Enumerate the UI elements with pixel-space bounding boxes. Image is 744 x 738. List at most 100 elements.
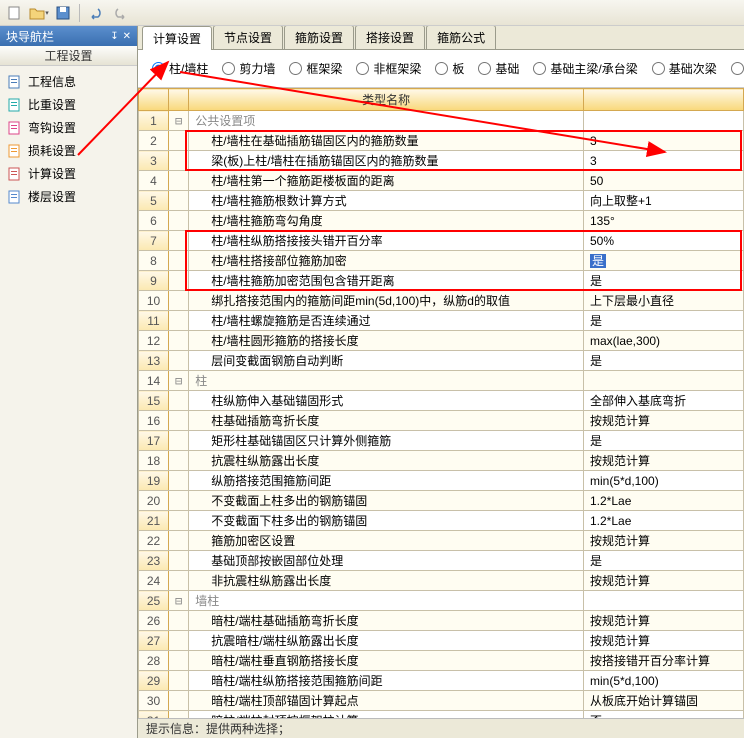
sidebar-item-3[interactable]: 损耗设置 (4, 139, 133, 162)
sidebar-item-1[interactable]: 比重设置 (4, 93, 133, 116)
table-row[interactable]: 1⊟公共设置项 (139, 111, 744, 131)
row-val[interactable]: 1.2*Lae (584, 491, 744, 511)
row-val[interactable]: 按规范计算 (584, 451, 744, 471)
open-button[interactable]: ▾ (28, 2, 50, 24)
row-val[interactable]: 上下层最小直径 (584, 291, 744, 311)
tab-4[interactable]: 箍筋公式 (426, 26, 496, 49)
row-val[interactable]: 3 (584, 131, 744, 151)
row-val[interactable]: 135° (584, 211, 744, 231)
table-row[interactable]: 30暗柱/端柱顶部锚固计算起点从板底开始计算锚固 (139, 691, 744, 711)
radio-2[interactable]: 框架梁 (289, 60, 342, 77)
row-tree[interactable]: ⊟ (169, 591, 189, 611)
radio-1[interactable]: 剪力墙 (222, 60, 275, 77)
table-row[interactable]: 18抗震柱纵筋露出长度按规范计算 (139, 451, 744, 471)
table-row[interactable]: 7柱/墙柱纵筋搭接接头错开百分率50% (139, 231, 744, 251)
table-row[interactable]: 5柱/墙柱箍筋根数计算方式向上取整+1 (139, 191, 744, 211)
row-val[interactable]: 是 (584, 271, 744, 291)
close-icon[interactable]: ✕ (123, 31, 131, 42)
row-val[interactable]: 是 (584, 251, 744, 271)
radio-8[interactable]: 砌 (731, 60, 744, 77)
radio-input[interactable] (222, 62, 235, 75)
radio-input[interactable] (652, 62, 665, 75)
sidebar-item-2[interactable]: 弯钩设置 (4, 116, 133, 139)
row-val[interactable]: 按规范计算 (584, 531, 744, 551)
table-row[interactable]: 21不变截面下柱多出的钢筋锚固1.2*Lae (139, 511, 744, 531)
row-val[interactable]: 从板底开始计算锚固 (584, 691, 744, 711)
radio-4[interactable]: 板 (435, 60, 464, 77)
sidebar-item-4[interactable]: 计算设置 (4, 162, 133, 185)
radio-3[interactable]: 非框架梁 (356, 60, 421, 77)
row-val[interactable]: 50% (584, 231, 744, 251)
table-row[interactable]: 29暗柱/端柱纵筋搭接范围箍筋间距min(5*d,100) (139, 671, 744, 691)
table-row[interactable]: 26暗柱/端柱基础插筋弯折长度按规范计算 (139, 611, 744, 631)
row-val[interactable]: 全部伸入基底弯折 (584, 391, 744, 411)
row-val[interactable]: 按规范计算 (584, 631, 744, 651)
tab-3[interactable]: 搭接设置 (355, 26, 425, 49)
tab-1[interactable]: 节点设置 (213, 26, 283, 49)
row-val[interactable]: 50 (584, 171, 744, 191)
radio-input[interactable] (533, 62, 546, 75)
row-val[interactable]: 3 (584, 151, 744, 171)
row-val[interactable]: min(5*d,100) (584, 471, 744, 491)
row-val[interactable] (584, 591, 744, 611)
table-row[interactable]: 15柱纵筋伸入基础锚固形式全部伸入基底弯折 (139, 391, 744, 411)
radio-input[interactable] (731, 62, 744, 75)
radio-input[interactable] (435, 62, 448, 75)
table-row[interactable]: 13层间变截面钢筋自动判断是 (139, 351, 744, 371)
row-val[interactable]: 按搭接错开百分率计算 (584, 651, 744, 671)
radio-input[interactable] (289, 62, 302, 75)
table-row[interactable]: 19纵筋搭接范围箍筋间距min(5*d,100) (139, 471, 744, 491)
radio-6[interactable]: 基础主梁/承台梁 (533, 60, 637, 77)
row-val[interactable]: 否 (584, 711, 744, 719)
table-row[interactable]: 25⊟墙柱 (139, 591, 744, 611)
table-row[interactable]: 23基础顶部按嵌固部位处理是 (139, 551, 744, 571)
radio-5[interactable]: 基础 (478, 60, 519, 77)
row-val[interactable]: 按规范计算 (584, 611, 744, 631)
tab-0[interactable]: 计算设置 (142, 26, 212, 50)
row-val[interactable]: min(5*d,100) (584, 671, 744, 691)
redo-button[interactable] (109, 2, 131, 24)
table-row[interactable]: 12柱/墙柱圆形箍筋的搭接长度max(lae,300) (139, 331, 744, 351)
table-row[interactable]: 2柱/墙柱在基础插筋锚固区内的箍筋数量3 (139, 131, 744, 151)
table-row[interactable]: 24非抗震柱纵筋露出长度按规范计算 (139, 571, 744, 591)
undo-button[interactable] (85, 2, 107, 24)
table-row[interactable]: 17矩形柱基础锚固区只计算外侧箍筋是 (139, 431, 744, 451)
table-row[interactable]: 3梁(板)上柱/墙柱在插筋锚固区内的箍筋数量3 (139, 151, 744, 171)
row-val[interactable]: 是 (584, 351, 744, 371)
table-row[interactable]: 16柱基础插筋弯折长度按规范计算 (139, 411, 744, 431)
table-row[interactable]: 6柱/墙柱箍筋弯勾角度135° (139, 211, 744, 231)
save-button[interactable] (52, 2, 74, 24)
row-val[interactable]: 是 (584, 551, 744, 571)
sidebar-item-0[interactable]: 工程信息 (4, 70, 133, 93)
row-val[interactable]: 按规范计算 (584, 571, 744, 591)
row-tree[interactable]: ⊟ (169, 111, 189, 131)
table-row[interactable]: 27抗震暗柱/端柱纵筋露出长度按规范计算 (139, 631, 744, 651)
new-button[interactable] (4, 2, 26, 24)
table-row[interactable]: 4柱/墙柱第一个箍筋距楼板面的距离50 (139, 171, 744, 191)
sidebar-item-5[interactable]: 楼层设置 (4, 185, 133, 208)
row-val[interactable]: 是 (584, 311, 744, 331)
radio-7[interactable]: 基础次梁 (652, 60, 717, 77)
row-val[interactable]: 按规范计算 (584, 411, 744, 431)
row-val[interactable] (584, 371, 744, 391)
table-row[interactable]: 22箍筋加密区设置按规范计算 (139, 531, 744, 551)
table-row[interactable]: 8柱/墙柱搭接部位箍筋加密是 (139, 251, 744, 271)
table-row[interactable]: 9柱/墙柱箍筋加密范围包含错开距离是 (139, 271, 744, 291)
radio-input[interactable] (356, 62, 369, 75)
row-tree[interactable]: ⊟ (169, 371, 189, 391)
table-row[interactable]: 28暗柱/端柱垂直钢筋搭接长度按搭接错开百分率计算 (139, 651, 744, 671)
table-row[interactable]: 10绑扎搭接范围内的箍筋间距min(5d,100)中，纵筋d的取值上下层最小直径 (139, 291, 744, 311)
pin-icon[interactable]: ↧ (110, 31, 118, 42)
radio-input[interactable] (478, 62, 491, 75)
table-row[interactable]: 20不变截面上柱多出的钢筋锚固1.2*Lae (139, 491, 744, 511)
table-row[interactable]: 14⊟柱 (139, 371, 744, 391)
table-row[interactable]: 31暗柱/端柱封顶按框架柱计算否 (139, 711, 744, 719)
radio-0[interactable]: 柱/墙柱 (152, 60, 208, 77)
table-row[interactable]: 11柱/墙柱螺旋箍筋是否连续通过是 (139, 311, 744, 331)
row-val[interactable]: 是 (584, 431, 744, 451)
row-val[interactable]: 1.2*Lae (584, 511, 744, 531)
row-val[interactable] (584, 111, 744, 131)
tab-2[interactable]: 箍筋设置 (284, 26, 354, 49)
row-val[interactable]: 向上取整+1 (584, 191, 744, 211)
radio-input[interactable] (152, 62, 165, 75)
